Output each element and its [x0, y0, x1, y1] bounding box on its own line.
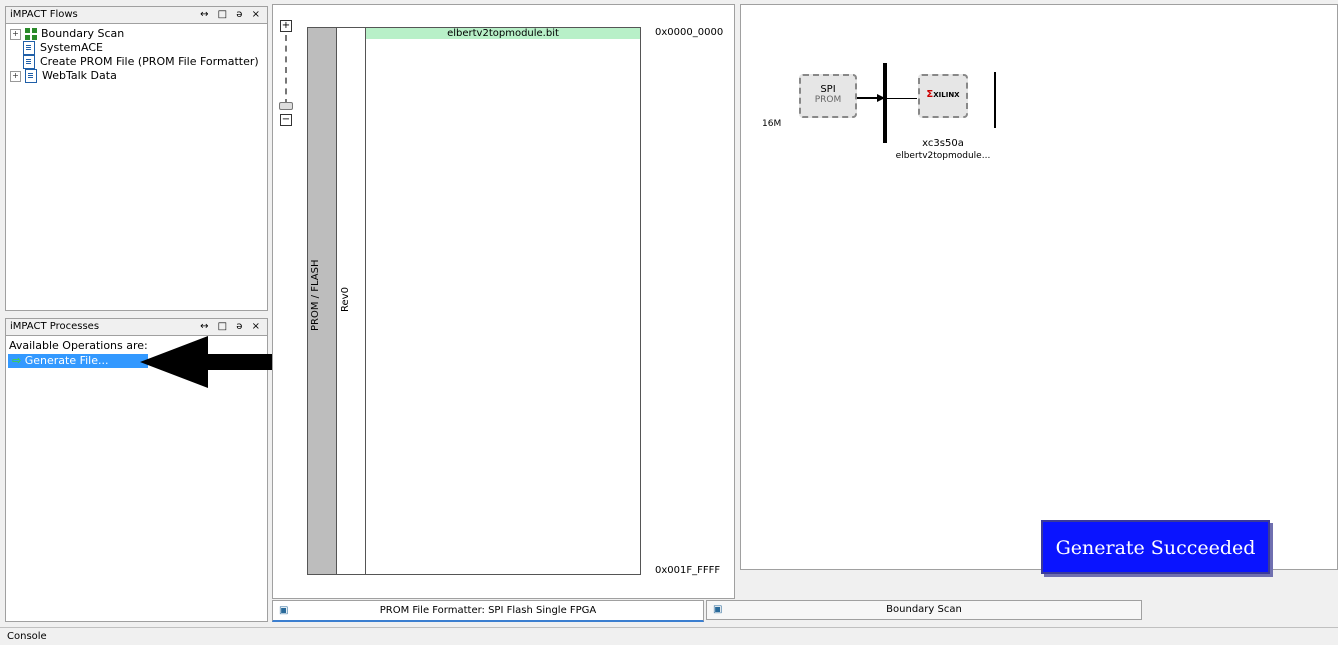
zoom-slider-thumb[interactable]: [279, 102, 293, 110]
panel-controls[interactable]: ↔ □ ə ×: [200, 319, 263, 334]
boundary-scan-icon: [25, 28, 37, 40]
spi-label: SPI: [820, 84, 836, 95]
tab-label: Boundary Scan: [886, 604, 962, 615]
flows-panel-header: iMPACT Flows ↔ □ ə ×: [5, 6, 268, 24]
connection-arrow: [857, 94, 885, 102]
expand-icon[interactable]: +: [10, 70, 21, 82]
tree-item-label: WebTalk Data: [42, 69, 117, 82]
expand-icon[interactable]: +: [10, 28, 21, 40]
memory-map: [365, 27, 641, 575]
prom-label: PROM: [814, 95, 842, 105]
bitfile-bar[interactable]: elbertv2topmodule.bit: [366, 28, 640, 39]
jtag-bus-bar: [883, 63, 887, 143]
tree-item-webtalk-data[interactable]: + WebTalk Data: [10, 69, 117, 83]
tree-item-create-prom-file[interactable]: Create PROM File (PROM File Formatter): [23, 55, 259, 69]
end-address: 0x001F_FFFF: [655, 565, 721, 576]
processes-panel-header: iMPACT Processes ↔ □ ə ×: [5, 318, 268, 336]
rev-label: Rev0: [340, 287, 351, 313]
prom-canvas: + − PROM / FLASH Rev0 elbertv2topmodule.…: [272, 4, 735, 599]
spi-prom-chip[interactable]: SPI PROM: [799, 74, 857, 118]
xilinx-device-chip[interactable]: ΣXILINX: [918, 74, 968, 118]
tree-item-label: Boundary Scan: [41, 27, 125, 40]
console-label: Console: [7, 631, 47, 642]
tree-item-systemace[interactable]: SystemACE: [23, 41, 103, 55]
start-address: 0x0000_0000: [655, 27, 724, 38]
right-bus-bar: [994, 72, 996, 128]
process-item-generate-file[interactable]: ⇨ Generate File...: [8, 354, 148, 368]
document-icon: [23, 41, 35, 55]
size-label: 16M: [762, 119, 782, 129]
boundary-scan-canvas: 16M SPI PROM ΣXILINX xc3s50a elbertv2top…: [740, 4, 1338, 574]
operations-header: Available Operations are:: [9, 339, 148, 352]
tab-icon: ▣: [713, 604, 723, 615]
zoom-in-button[interactable]: +: [280, 20, 292, 32]
tab-icon: ▣: [279, 605, 289, 616]
prom-flash-label: PROM / FLASH: [310, 259, 321, 331]
xilinx-logo: ΣXILINX: [926, 89, 960, 100]
panel-controls[interactable]: ↔ □ ə ×: [200, 7, 263, 22]
tree-item-label: SystemACE: [40, 41, 103, 54]
zoom-track: [285, 35, 287, 105]
bitfile-label: elbertv2topmodule.bit: [447, 28, 559, 39]
console-bar[interactable]: Console: [0, 627, 1338, 645]
tab-boundary-scan[interactable]: ▣ Boundary Scan: [706, 600, 1142, 620]
generate-succeeded-status: Generate Succeeded: [1041, 520, 1270, 574]
tab-label: PROM File Formatter: SPI Flash Single FP…: [379, 605, 597, 616]
device-name: xc3s50a: [922, 138, 964, 149]
processes-panel-title: iMPACT Processes: [10, 321, 100, 332]
green-arrow-icon: ⇨: [12, 354, 22, 367]
zoom-out-button[interactable]: −: [280, 114, 292, 126]
flows-panel-title: iMPACT Flows: [10, 9, 78, 20]
device-file: elbertv2topmodule...: [895, 151, 991, 161]
process-item-label: Generate File...: [24, 354, 109, 367]
document-icon: [25, 69, 37, 83]
tab-prom-file-formatter[interactable]: ▣ PROM File Formatter: SPI Flash Single …: [272, 600, 704, 622]
document-icon: [23, 55, 35, 69]
chain-line: [887, 98, 917, 99]
flows-panel: iMPACT Flows ↔ □ ə × + Boundary Scan Syst…: [5, 6, 268, 311]
tree-item-label: Create PROM File (PROM File Formatter): [40, 55, 259, 68]
tree-item-boundary-scan[interactable]: + Boundary Scan: [10, 27, 124, 41]
